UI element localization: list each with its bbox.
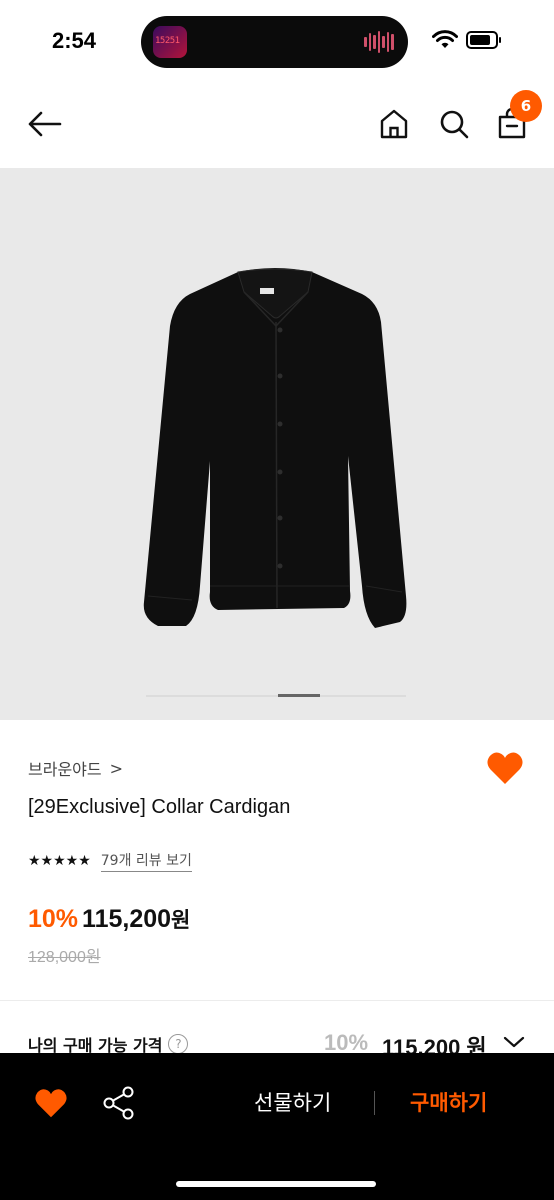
home-icon — [380, 109, 408, 139]
battery-icon — [466, 31, 501, 49]
search-icon — [440, 110, 469, 139]
gallery-pager-track — [146, 695, 406, 697]
back-button[interactable] — [24, 104, 64, 144]
product-image-gallery[interactable] — [0, 168, 554, 720]
top-nav — [0, 80, 554, 168]
button-separator — [374, 1091, 375, 1115]
bottom-action-bar: 선물하기 구매하기 — [0, 1053, 554, 1200]
price-row: 10% 115,200 원 — [28, 904, 190, 934]
search-button[interactable] — [434, 104, 474, 144]
review-link[interactable]: 79개 리뷰 보기 — [100, 850, 192, 872]
wishlist-heart-icon[interactable] — [34, 1087, 68, 1119]
currency-unit: 원 — [171, 909, 191, 932]
wifi-icon — [432, 30, 458, 48]
brand-link[interactable]: 브라운야드 > — [28, 756, 123, 780]
gallery-pager-active — [278, 694, 320, 697]
live-activity-text: 15251 — [155, 36, 180, 46]
rating-stars-icon: ★★★★★ — [28, 853, 91, 869]
gift-button[interactable]: 선물하기 — [254, 1087, 331, 1117]
help-icon[interactable]: ? — [168, 1034, 189, 1054]
chevron-down-icon[interactable] — [502, 1034, 526, 1050]
share-icon[interactable] — [102, 1085, 136, 1121]
arrow-left-icon — [28, 111, 62, 137]
product-image — [143, 268, 407, 628]
home-button[interactable] — [374, 104, 414, 144]
home-indicator[interactable] — [176, 1181, 376, 1187]
product-title: [29Exclusive] Collar Cardigan — [28, 796, 291, 818]
brand-name: 브라운야드 — [28, 760, 102, 779]
cart-count-badge: 6 — [510, 90, 542, 122]
wishlist-heart-icon[interactable] — [486, 750, 524, 786]
live-activity-app-icon: 15251 — [153, 26, 187, 58]
discount-rate: 10% — [28, 905, 79, 933]
original-price: 128,000원 — [28, 949, 101, 966]
buy-button[interactable]: 구매하기 — [410, 1087, 487, 1117]
sale-price: 115,200 — [82, 905, 172, 933]
status-time: 2:54 — [52, 28, 97, 53]
section-divider — [0, 1000, 554, 1001]
audio-waveform-icon — [364, 30, 395, 54]
status-bar: 2:54 15251 — [0, 0, 554, 80]
chevron-right-icon: > — [109, 758, 124, 778]
dynamic-island[interactable]: 15251 — [141, 16, 408, 68]
rating-row: ★★★★★ 79개 리뷰 보기 — [28, 850, 192, 872]
